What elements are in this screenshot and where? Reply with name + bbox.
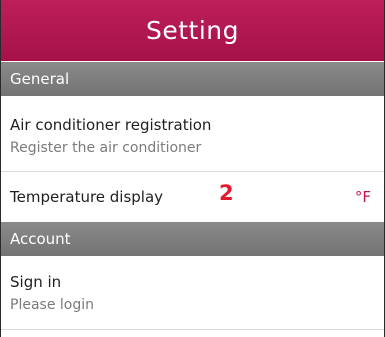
section-header-account: Account <box>1 222 384 256</box>
ac-registration-subtitle: Register the air conditioner <box>10 140 202 156</box>
section-header-general: General <box>1 62 384 96</box>
section-label-account: Account <box>10 230 71 248</box>
callout-marker: 2 <box>219 181 234 205</box>
sign-in-subtitle: Please login <box>10 297 94 313</box>
page-title: Setting <box>145 16 239 45</box>
ac-registration-title: Air conditioner registration <box>10 116 212 134</box>
settings-item-temperature-display[interactable]: Temperature display 2 °F <box>1 172 384 222</box>
divider <box>1 329 384 330</box>
temperature-display-title: Temperature display <box>10 188 164 206</box>
settings-item-sign-in[interactable]: Sign in Please login <box>1 256 384 330</box>
settings-item-ac-registration[interactable]: Air conditioner registration Register th… <box>1 96 384 171</box>
temperature-unit-value[interactable]: °F <box>355 187 371 207</box>
section-label-general: General <box>10 70 70 88</box>
app-header: Setting <box>1 0 384 61</box>
sign-in-title: Sign in <box>10 273 62 291</box>
settings-screen: Setting General Air conditioner registra… <box>0 0 385 337</box>
